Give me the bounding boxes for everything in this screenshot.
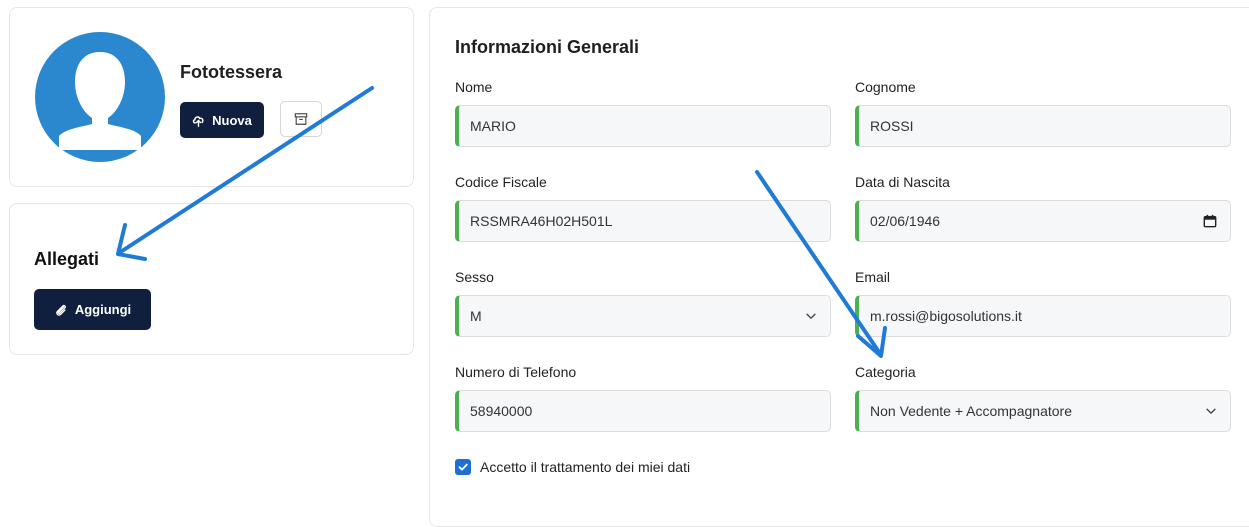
codice-fiscale-input[interactable]: RSSMRA46H02H501L	[455, 200, 831, 242]
section-title: Informazioni Generali	[455, 37, 640, 57]
avatar	[35, 32, 165, 162]
paperclip-icon	[55, 304, 66, 316]
codice-fiscale-label: Codice Fiscale	[455, 174, 547, 190]
data-nascita-input[interactable]: 02/06/1946	[855, 200, 1231, 242]
check-icon	[458, 463, 468, 471]
consent-label: Accetto il trattamento dei miei dati	[480, 459, 691, 475]
cognome-label: Cognome	[855, 79, 916, 95]
telefono-input[interactable]: 58940000	[455, 390, 831, 432]
general-info-card: Informazioni Generali Nome MARIO Cognome…	[429, 7, 1249, 527]
photo-title: Fototessera	[180, 62, 283, 82]
add-attachment-button[interactable]: Aggiungi	[34, 289, 151, 330]
new-photo-label: Nuova	[212, 112, 252, 128]
email-label: Email	[855, 269, 891, 285]
cognome-value: ROSSI	[870, 118, 914, 134]
archive-button[interactable]	[280, 101, 322, 137]
nome-value: MARIO	[470, 118, 516, 134]
add-attachment-label: Aggiungi	[74, 302, 132, 317]
archive-icon	[294, 113, 308, 125]
sesso-value: M	[470, 308, 482, 324]
email-value: m.rossi@bigosolutions.it	[870, 308, 1022, 324]
photo-card: Fototessera Nuova	[9, 7, 414, 187]
attachments-title: Allegati	[34, 249, 100, 269]
cloud-upload-icon	[192, 115, 204, 127]
chevron-down-icon	[1206, 408, 1216, 414]
new-photo-button[interactable]: Nuova	[180, 102, 264, 138]
cognome-input[interactable]: ROSSI	[855, 105, 1231, 147]
attachments-card: Allegati Aggiungi	[9, 203, 414, 355]
calendar-icon[interactable]	[1203, 214, 1217, 228]
sesso-label: Sesso	[455, 269, 494, 285]
chevron-down-icon	[806, 313, 816, 319]
user-silhouette-icon	[59, 52, 141, 150]
categoria-select[interactable]: Non Vedente + Accompagnatore	[855, 390, 1231, 432]
telefono-label: Numero di Telefono	[455, 364, 577, 380]
categoria-label: Categoria	[855, 364, 916, 380]
consent-row[interactable]: Accetto il trattamento dei miei dati	[455, 459, 690, 475]
nome-input[interactable]: MARIO	[455, 105, 831, 147]
consent-checkbox[interactable]	[455, 459, 471, 475]
data-nascita-label: Data di Nascita	[855, 174, 950, 190]
categoria-value: Non Vedente + Accompagnatore	[870, 403, 1072, 419]
sesso-select[interactable]: M	[455, 295, 831, 337]
email-input[interactable]: m.rossi@bigosolutions.it	[855, 295, 1231, 337]
telefono-value: 58940000	[470, 403, 533, 419]
nome-label: Nome	[455, 79, 493, 95]
data-nascita-value: 02/06/1946	[870, 213, 941, 229]
codice-fiscale-value: RSSMRA46H02H501L	[470, 213, 613, 229]
